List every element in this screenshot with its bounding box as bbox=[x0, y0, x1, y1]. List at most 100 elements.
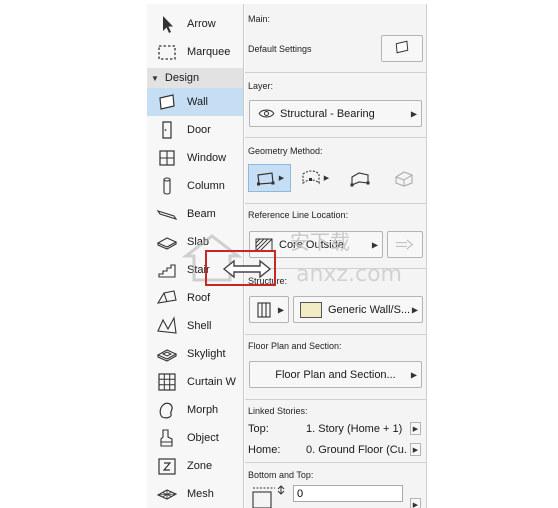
tool-roof[interactable]: Roof bbox=[147, 284, 243, 312]
layer-dropdown[interactable]: Structural - Bearing ▶ bbox=[249, 100, 422, 127]
beam-icon bbox=[147, 200, 187, 228]
wall-icon bbox=[392, 38, 412, 59]
reference-line-label: Reference Line Location: bbox=[248, 210, 349, 220]
roof-icon bbox=[147, 284, 187, 312]
object-icon bbox=[147, 424, 187, 452]
home-story-label: Home: bbox=[248, 444, 281, 456]
tool-zone[interactable]: Zone bbox=[147, 452, 243, 480]
tool-label: Column bbox=[187, 180, 225, 192]
slab-icon bbox=[147, 228, 187, 256]
section-divider bbox=[245, 334, 426, 335]
home-story-value: 0. Ground Floor (Cu... bbox=[306, 444, 408, 456]
wall-height-icon bbox=[251, 484, 291, 508]
top-story-label: Top: bbox=[248, 423, 269, 435]
design-group-header[interactable]: ▼ Design bbox=[147, 68, 243, 88]
skylight-icon bbox=[147, 340, 187, 368]
home-story-arrow-button[interactable]: ▶ bbox=[410, 443, 421, 456]
tool-morph[interactable]: Morph bbox=[147, 396, 243, 424]
door-icon bbox=[147, 116, 187, 144]
zone-icon bbox=[147, 452, 187, 480]
dropdown-arrow-icon: ▶ bbox=[411, 305, 418, 314]
straight-wall-icon bbox=[255, 168, 277, 188]
bottom-top-offset-input[interactable] bbox=[293, 485, 403, 502]
top-story-arrow-button[interactable]: ▶ bbox=[410, 422, 421, 435]
tool-label: Beam bbox=[187, 208, 216, 220]
tool-door[interactable]: Door bbox=[147, 116, 243, 144]
dropdown-arrow-icon: ▶ bbox=[410, 370, 417, 379]
layer-label: Layer: bbox=[248, 81, 274, 91]
top-story-value: 1. Story (Home + 1) bbox=[306, 423, 403, 435]
tool-label: Marquee bbox=[187, 46, 231, 58]
tool-marquee[interactable]: Marquee bbox=[147, 38, 243, 66]
structure-type-button[interactable]: ▶ bbox=[249, 296, 289, 323]
watermark-text: 安下载 bbox=[290, 230, 350, 254]
floor-plan-label: Floor Plan and Section: bbox=[248, 341, 342, 351]
bottom-top-arrow-button[interactable]: ▶ bbox=[410, 498, 421, 508]
default-settings-label: Default Settings bbox=[248, 44, 312, 54]
dropdown-arrow-icon: ▶ bbox=[277, 305, 284, 314]
morph-icon bbox=[147, 396, 187, 424]
structure-material-dropdown[interactable]: Generic Wall/S... ▶ bbox=[293, 296, 423, 323]
window-icon bbox=[147, 144, 187, 172]
geometry-curved-button[interactable]: ▶ bbox=[293, 164, 336, 192]
shell-icon bbox=[147, 312, 187, 340]
tool-curtain-wall[interactable]: Curtain W bbox=[147, 368, 243, 396]
bottom-top-label: Bottom and Top: bbox=[248, 470, 314, 480]
tool-label: Arrow bbox=[187, 18, 216, 30]
linked-stories-label: Linked Stories: bbox=[248, 406, 308, 416]
floor-plan-section-button[interactable]: Floor Plan and Section... ▶ bbox=[249, 361, 422, 388]
polygonal-wall-icon bbox=[349, 168, 371, 188]
tool-mesh[interactable]: Mesh bbox=[147, 480, 243, 508]
tool-label: Morph bbox=[187, 404, 219, 416]
tool-object[interactable]: Object bbox=[147, 424, 243, 452]
group-label: Design bbox=[164, 72, 200, 84]
chevron-right-icon: ▶ bbox=[323, 175, 330, 182]
flip-arrow-icon bbox=[394, 237, 416, 252]
tool-label: Curtain W bbox=[187, 376, 236, 388]
trapezoid-wall-icon bbox=[392, 168, 414, 188]
geometry-trapezoid-button[interactable] bbox=[381, 164, 424, 192]
section-divider bbox=[245, 399, 426, 400]
chevron-right-icon: ▶ bbox=[278, 175, 285, 182]
tool-shell[interactable]: Shell bbox=[147, 312, 243, 340]
eye-icon bbox=[258, 108, 275, 119]
tool-label: Object bbox=[187, 432, 219, 444]
tool-label: Wall bbox=[187, 96, 208, 108]
tool-label: Shell bbox=[187, 320, 212, 332]
tool-label: Skylight bbox=[187, 348, 226, 360]
arrow-icon bbox=[147, 10, 187, 38]
default-settings-button[interactable] bbox=[381, 35, 423, 62]
stair-icon bbox=[147, 256, 187, 284]
column-icon bbox=[147, 172, 187, 200]
tool-column[interactable]: Column bbox=[147, 172, 243, 200]
tool-wall[interactable]: Wall bbox=[147, 88, 243, 116]
tool-label: Zone bbox=[187, 460, 213, 472]
tool-label: Window bbox=[187, 152, 227, 164]
floor-plan-value: Floor Plan and Section... bbox=[275, 368, 396, 381]
marquee-icon bbox=[147, 38, 187, 66]
watermark-subtext: anxz.com bbox=[296, 262, 402, 287]
geometry-method-label: Geometry Method: bbox=[248, 146, 323, 156]
structure-value: Generic Wall/S... bbox=[328, 303, 411, 316]
tool-skylight[interactable]: Skylight bbox=[147, 340, 243, 368]
geometry-straight-button[interactable]: ▶ bbox=[248, 164, 291, 192]
tool-label: Mesh bbox=[187, 488, 214, 500]
mesh-icon bbox=[147, 480, 187, 508]
tool-window[interactable]: Window bbox=[147, 144, 243, 172]
section-divider bbox=[245, 137, 426, 138]
flip-direction-button[interactable] bbox=[387, 231, 423, 258]
swap-arrow-icon bbox=[222, 258, 272, 283]
section-divider bbox=[245, 462, 426, 463]
geometry-polygonal-button[interactable] bbox=[338, 164, 381, 192]
material-swatch bbox=[300, 301, 322, 318]
curved-wall-icon bbox=[300, 168, 322, 188]
tool-beam[interactable]: Beam bbox=[147, 200, 243, 228]
tool-arrow[interactable]: Arrow bbox=[147, 10, 243, 38]
tool-label: Slab bbox=[187, 236, 210, 248]
curtain-wall-icon bbox=[147, 368, 187, 396]
dropdown-arrow-icon: ▶ bbox=[371, 240, 378, 249]
layer-value: Structural - Bearing bbox=[280, 107, 375, 120]
tool-label: Roof bbox=[187, 292, 211, 304]
wall-icon bbox=[147, 88, 187, 116]
dropdown-arrow-icon: ▶ bbox=[410, 109, 417, 118]
